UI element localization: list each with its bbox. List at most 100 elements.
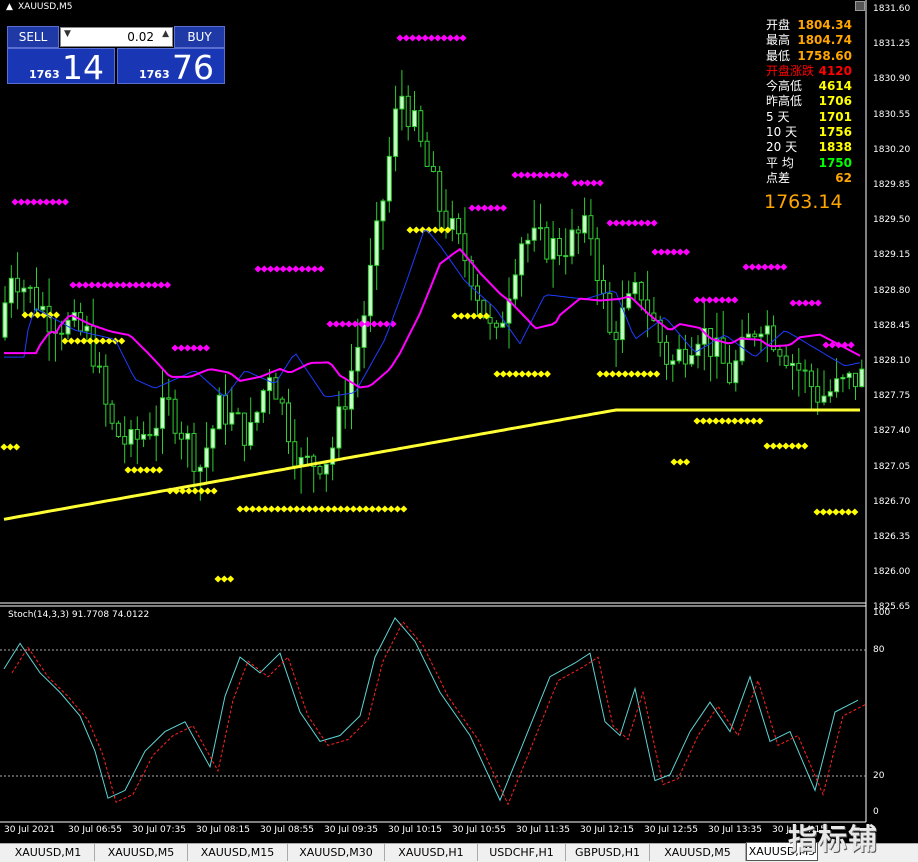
candle-body <box>254 411 260 423</box>
buy-button[interactable]: BUY <box>174 26 225 48</box>
chart-tab[interactable]: USDCHF,H1 <box>478 844 566 861</box>
time-tick: 30 Jul 09:35 <box>324 825 378 835</box>
chart-tab[interactable]: XAUUSD,M15 <box>188 844 288 861</box>
sell-button[interactable]: SELL <box>7 26 59 48</box>
fractal-dot <box>30 198 38 206</box>
fractal-dot <box>343 505 351 513</box>
candle-body <box>443 210 449 230</box>
fractal-dot <box>304 265 312 273</box>
price-tick: 1829.85 <box>873 180 911 190</box>
fractal-dot <box>802 299 810 307</box>
fractal-dot <box>415 34 423 42</box>
fractal-dot <box>261 505 269 513</box>
price-tick: 1828.80 <box>873 285 911 296</box>
fractal-dot <box>468 204 476 212</box>
candle-body <box>853 372 858 388</box>
fractal-dot <box>255 505 263 513</box>
current-price: 1763.14 <box>764 191 843 213</box>
fractal-dot <box>693 296 701 304</box>
fractal-dot <box>412 226 420 234</box>
candle-body <box>229 412 235 425</box>
fractal-dot <box>743 417 751 425</box>
candle-body <box>575 229 581 234</box>
info-value: 62 <box>835 170 852 185</box>
candle-body <box>664 341 669 365</box>
candle-body <box>733 360 739 384</box>
fractal-dot <box>185 487 193 495</box>
fractal-dot <box>832 508 840 516</box>
fractal-dot <box>780 263 788 271</box>
price-tick: 1829.50 <box>873 215 911 226</box>
candle-body <box>216 394 222 430</box>
candle-body <box>97 365 102 368</box>
candle-body <box>27 286 33 289</box>
lot-stepper-up-icon[interactable]: ▲ <box>162 29 169 39</box>
fractal-dot <box>748 263 756 271</box>
fractal-dot <box>273 265 281 273</box>
info-label: 最低 <box>766 48 791 63</box>
fractal-dot <box>94 281 102 289</box>
fractal-dot <box>542 171 551 179</box>
info-label: 平 均 <box>766 155 794 170</box>
lot-stepper-icon[interactable]: ▼ <box>64 29 71 39</box>
fractal-dot <box>107 281 115 289</box>
lot-size-input[interactable]: ▼ 0.02 ▲ <box>60 27 173 47</box>
candle-body <box>248 421 254 446</box>
info-value: 4614 <box>818 79 852 94</box>
fractal-dot <box>742 263 750 271</box>
info-row: 20 天 1838 <box>766 140 856 155</box>
fractal-dot <box>664 248 672 256</box>
fractal-dot <box>555 171 563 179</box>
fractal-dot <box>794 442 803 450</box>
fractal-dot <box>814 299 822 307</box>
fractal-dot <box>419 226 427 234</box>
sell-price-box[interactable]: 1763 14 <box>7 48 115 84</box>
fractal-dot <box>293 505 301 513</box>
fractal-dot <box>615 370 623 378</box>
fractal-dot <box>524 370 533 378</box>
candle-body <box>304 455 310 458</box>
candle-body <box>727 362 732 384</box>
fractal-dot <box>132 281 140 289</box>
chart-tab[interactable]: XAUUSD,M5 <box>650 844 746 861</box>
info-row: 平 均 1750 <box>766 156 856 171</box>
fractal-dot <box>155 466 164 474</box>
candle-body <box>197 466 203 472</box>
candle-body <box>336 406 342 449</box>
fractal-dot <box>537 370 545 378</box>
candle-body <box>46 305 52 333</box>
fractal-dot <box>324 505 332 513</box>
fractal-dot <box>699 417 707 425</box>
fractal-dot <box>706 417 714 425</box>
info-row: 今高低 4614 <box>766 79 856 94</box>
chart-tab[interactable]: XAUUSD,M1 <box>2 844 95 861</box>
price-tick: 1827.05 <box>873 461 911 472</box>
candle-body <box>519 243 525 276</box>
fractal-dot <box>769 442 777 450</box>
fractal-dot <box>339 320 347 328</box>
chart-tab[interactable]: XAUUSD,H1 <box>385 844 478 861</box>
candle-body <box>323 463 329 475</box>
info-row: 昨高低 1706 <box>766 94 856 109</box>
fractal-dot <box>706 296 714 304</box>
chart-tab[interactable]: XAUUSD,M5 <box>95 844 188 861</box>
candle-body <box>349 370 354 410</box>
fractal-dot <box>396 34 404 42</box>
fractal-dot <box>459 34 467 42</box>
fractal-dot <box>214 575 222 583</box>
fractal-dot <box>549 171 557 179</box>
stoch-tick: 20 <box>873 771 885 781</box>
candle-body <box>292 441 298 467</box>
fractal-dot <box>285 265 294 273</box>
fractal-dot <box>755 263 763 271</box>
chart-tab[interactable]: GBPUSD,H1 <box>566 844 650 861</box>
price-tick: 1828.45 <box>873 320 911 331</box>
chart-tab[interactable]: XAUUSD,M30 <box>288 844 385 861</box>
fractal-dot <box>137 466 145 474</box>
candle-body <box>84 325 90 332</box>
fractal-dot <box>813 508 821 516</box>
buy-price-box[interactable]: 1763 76 <box>117 48 225 84</box>
fractal-dot <box>145 281 153 289</box>
time-tick: 30 Jul 12:15 <box>580 825 634 835</box>
time-tick: 30 Jul 10:15 <box>388 825 442 835</box>
